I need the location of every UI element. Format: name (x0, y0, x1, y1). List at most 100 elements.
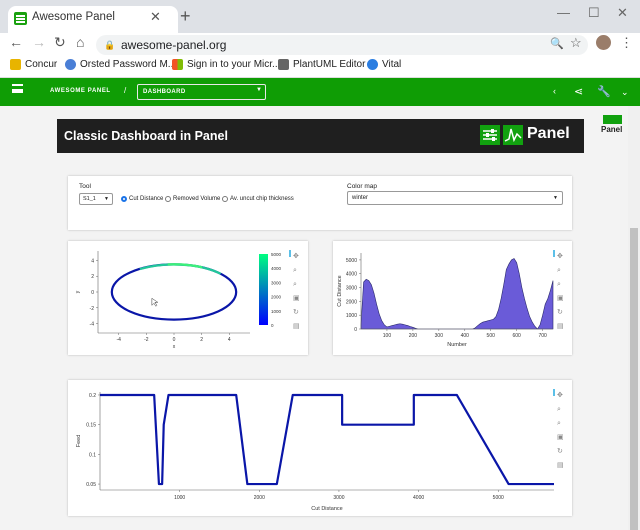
x-axis-label: x (173, 344, 176, 350)
wheel-zoom-icon[interactable]: ⌕ (557, 281, 561, 288)
x-tick-label: 400 (461, 333, 470, 339)
colorbar-tick-label: 1000 (271, 309, 282, 314)
radio-chip-thickness[interactable]: Av. uncut chip thickness (222, 196, 294, 202)
radio-unselected-icon (222, 196, 228, 202)
scrollbar-thumb[interactable] (630, 228, 638, 530)
ellipse-trace-highlight (139, 263, 222, 275)
histogram-plot[interactable]: 100 200 300 400 500 600 700 5000 4000 3000 2000 100… (333, 241, 572, 355)
feed-line (100, 393, 554, 486)
wrench-icon[interactable]: 🔧 (597, 85, 611, 98)
y-tick-label: 0.1 (89, 452, 96, 458)
pan-icon[interactable]: ✥ (293, 252, 299, 260)
hover-icon[interactable]: ▤ (557, 323, 564, 330)
bookmark-plantuml[interactable]: PlantUML Editor (278, 59, 365, 70)
reset-icon[interactable]: ↻ (293, 309, 299, 316)
colorbar-tick-label: 5000 (271, 252, 282, 257)
share-icon[interactable]: ⋖ (574, 85, 583, 98)
hover-icon[interactable]: ▤ (293, 323, 300, 330)
reset-icon[interactable]: ↻ (557, 448, 563, 455)
profile-avatar[interactable] (596, 35, 611, 50)
lock-icon[interactable]: 🔒 (104, 40, 115, 51)
minimize-icon[interactable]: — (557, 5, 570, 20)
tab-close-icon[interactable]: ✕ (150, 9, 161, 25)
fullscreen-icon[interactable]: ⌄ (621, 87, 629, 98)
tab-title: Awesome Panel (32, 11, 115, 23)
x-tick-label: 500 (487, 333, 496, 339)
hamburger-menu-icon[interactable] (12, 84, 23, 93)
browser-menu-icon[interactable]: ⋮ (620, 35, 633, 51)
ellipse-plot[interactable]: -4 -2 0 2 4 4 2 0 -2 -4 x y 5000 4000 3000 2000 1000 0 ✥ ⌕ ⌕… (68, 241, 308, 355)
save-icon[interactable]: ▣ (557, 295, 564, 302)
chevron-left-icon[interactable]: ‹ (553, 86, 556, 96)
y-tick-label: 0.2 (89, 393, 96, 399)
histogram-plot-card: 100 200 300 400 500 600 700 5000 4000 3000 2000 100… (333, 241, 572, 355)
x-tick-label: 200 (409, 333, 418, 339)
microsoft-icon (172, 59, 183, 70)
radio-removed-volume[interactable]: Removed Volume (165, 196, 220, 202)
wheel-zoom-icon[interactable]: ⌕ (293, 281, 297, 288)
close-window-icon[interactable]: ✕ (617, 5, 628, 21)
bookmark-vital[interactable]: Vital (367, 59, 401, 70)
y-tick-label: 0.15 (86, 423, 96, 429)
y-tick-label: 0 (91, 290, 94, 296)
y-tick-label: 4 (91, 258, 94, 264)
tool-select[interactable]: S1_1 ▼ (79, 193, 113, 205)
histogram-area (360, 258, 554, 330)
x-tick-label: 300 (435, 333, 444, 339)
box-zoom-icon[interactable]: ⌕ (293, 267, 297, 274)
y-tick-label: 0.05 (86, 482, 96, 488)
new-tab-icon[interactable]: + (180, 6, 191, 27)
forward-icon[interactable]: → (32, 34, 46, 50)
hover-icon[interactable]: ▤ (557, 462, 564, 469)
y-tick-label: 0 (354, 327, 357, 333)
panel-side-logo-text: Panel (601, 125, 623, 134)
ellipse-trace-peak (167, 263, 203, 269)
box-zoom-icon[interactable]: ⌕ (557, 267, 561, 274)
brand-title[interactable]: AWESOME PANEL (50, 88, 111, 94)
feed-plot-card: 1000 2000 3000 4000 5000 0.2 0.15 0.1 0.05 Cut Di… (68, 380, 572, 516)
y-tick-label: -2 (90, 306, 95, 312)
pan-icon[interactable]: ✥ (557, 252, 563, 260)
colormap-label: Color map (347, 183, 377, 190)
reset-icon[interactable]: ↻ (557, 309, 563, 316)
bookmark-concur[interactable]: Concur (10, 59, 57, 70)
chevron-down-icon: ▼ (256, 87, 262, 93)
maximize-icon[interactable]: ☐ (588, 5, 600, 21)
save-icon[interactable]: ▣ (557, 434, 564, 441)
wheel-zoom-icon[interactable]: ⌕ (557, 420, 561, 427)
y-axis-label: Feed (76, 435, 82, 448)
colorbar-tick-label: 4000 (271, 266, 282, 271)
page-select-value: DASHBOARD (143, 89, 186, 95)
y-tick-label: 2 (91, 274, 94, 280)
line-chart-icon (503, 125, 523, 145)
concur-icon (10, 59, 21, 70)
x-tick-label: 100 (383, 333, 392, 339)
url-text[interactable]: awesome-panel.org (121, 38, 226, 52)
chevron-down-icon: ▼ (553, 195, 558, 201)
sliders-icon (480, 125, 500, 145)
chevron-down-icon: ▼ (104, 196, 109, 202)
x-tick-label: 3000 (333, 495, 344, 501)
pan-icon[interactable]: ✥ (557, 391, 563, 399)
bookmark-orsted[interactable]: Orsted Password M... (65, 59, 176, 70)
box-zoom-icon[interactable]: ⌕ (557, 406, 561, 413)
y-axis-label: Cut Distance (337, 275, 343, 307)
zoom-icon[interactable]: 🔍 (550, 37, 564, 50)
bookmark-microsoft[interactable]: Sign in to your Micr... (172, 59, 280, 70)
save-icon[interactable]: ▣ (293, 295, 300, 302)
radio-unselected-icon (165, 196, 171, 202)
x-tick-label: 4000 (413, 495, 424, 501)
x-tick-label: 0 (173, 337, 176, 343)
x-tick-label: 4 (228, 337, 231, 343)
page-title: Classic Dashboard in Panel (64, 129, 228, 143)
colormap-select[interactable]: winter ▼ (347, 191, 563, 205)
feed-plot[interactable]: 1000 2000 3000 4000 5000 0.2 0.15 0.1 0.05 Cut Di… (68, 380, 572, 516)
back-icon[interactable]: ← (9, 34, 23, 50)
y-axis-label: y (75, 290, 81, 293)
radio-cut-distance[interactable]: Cut Distance (121, 196, 163, 202)
home-icon[interactable]: ⌂ (76, 34, 84, 50)
x-tick-label: 5000 (493, 495, 504, 501)
breadcrumb-separator: / (124, 86, 127, 95)
bookmark-star-icon[interactable]: ☆ (570, 35, 582, 51)
reload-icon[interactable]: ↻ (54, 34, 66, 51)
